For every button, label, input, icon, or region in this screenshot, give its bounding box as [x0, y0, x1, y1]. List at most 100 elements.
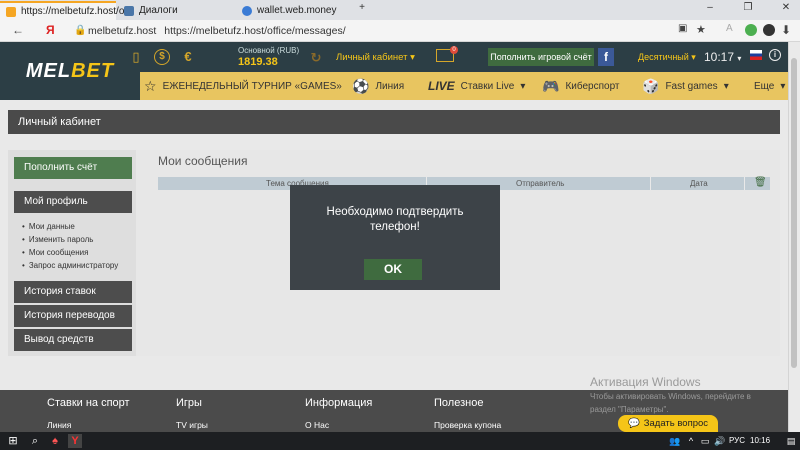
nav-live[interactable]: LIVE Ставки Live ▾ — [428, 72, 525, 100]
sidebar-item-admin-request[interactable]: Запрос администратору — [22, 261, 118, 270]
bets-history-button[interactable]: История ставок — [14, 281, 132, 303]
messages-title: Мои сообщения — [158, 154, 248, 168]
ok-button[interactable]: OK — [364, 259, 422, 280]
tab-dialogs[interactable]: Диалоги — [118, 1, 234, 20]
footer-head-info: Информация — [305, 397, 373, 409]
yandex-browser-icon[interactable]: Y — [68, 434, 82, 448]
reader-icon[interactable]: ▣ — [678, 23, 687, 34]
live-icon: LIVE — [428, 79, 455, 93]
russian-flag-icon[interactable] — [750, 50, 762, 60]
dollar-icon[interactable]: $ — [154, 49, 170, 65]
people-icon[interactable]: 👥 — [668, 434, 682, 448]
tray-chevron-icon[interactable]: ^ — [684, 434, 698, 448]
watermark-line-2: Чтобы активировать Windows, перейдите в — [590, 392, 751, 401]
network-icon[interactable]: ▭ — [698, 434, 712, 448]
withdraw-button[interactable]: Вывод средств — [14, 329, 132, 351]
notifications-icon[interactable]: ▤ — [784, 434, 798, 448]
my-profile-button[interactable]: Мой профиль — [14, 191, 132, 213]
topup-game-account-button[interactable]: Пополнить игровой счёт — [488, 48, 594, 66]
topup-account-button[interactable]: Пополнить счёт — [14, 157, 132, 179]
scrollbar-thumb[interactable] — [791, 58, 797, 368]
footer-link-about[interactable]: О Нас — [305, 420, 329, 430]
col-date[interactable]: Дата — [690, 179, 708, 188]
euro-icon[interactable]: € — [180, 49, 196, 65]
trash-icon[interactable]: 🗑 — [754, 177, 767, 188]
tab-title: wallet.web.money — [257, 5, 337, 16]
maximize-icon[interactable]: ❐ — [738, 2, 758, 13]
minimize-icon[interactable]: – — [700, 2, 720, 13]
footer-link-tv-games[interactable]: TV игры — [176, 420, 208, 430]
tab-title: https://melbetufz.host/of — [21, 6, 128, 17]
tray-clock[interactable]: 10:16 — [750, 436, 770, 445]
gamepad-icon: 🎮 — [542, 77, 560, 94]
tab-melbet[interactable]: https://melbetufz.host/of — [0, 1, 127, 20]
mail-badge: 0 — [450, 46, 458, 54]
volume-icon[interactable]: 🔊 — [713, 434, 727, 448]
close-window-icon[interactable]: ✕ — [776, 2, 796, 13]
lock-icon: 🔒 — [74, 25, 87, 36]
footer-head-games: Игры — [176, 397, 202, 409]
extension-dark-icon[interactable] — [763, 24, 775, 36]
windows-start-icon[interactable]: ⊞ — [6, 434, 20, 448]
page-title: Личный кабинет — [8, 110, 780, 134]
nav-live-label: Ставки Live — [460, 80, 515, 92]
nav-line[interactable]: ⚽ Линия — [352, 72, 404, 100]
alice-icon[interactable]: A — [726, 23, 733, 34]
odds-format-select[interactable]: Десятичный ▾ — [638, 52, 696, 63]
search-icon[interactable]: ⌕ — [28, 434, 42, 448]
vk-favicon-icon — [124, 5, 134, 16]
nav-tournament[interactable]: ☆ ЕЖЕНЕДЕЛЬНЫЙ ТУРНИР «GAMES» — [144, 72, 342, 100]
main-nav: ☆ ЕЖЕНЕДЕЛЬНЫЙ ТУРНИР «GAMES» ⚽ Линия LI… — [140, 72, 788, 100]
windows-activation-watermark: Активация Windows Чтобы активировать Win… — [590, 375, 751, 415]
transfers-history-button[interactable]: История переводов — [14, 305, 132, 327]
header-time: 10:17 — [704, 50, 735, 64]
game-app-icon[interactable]: ♠ — [48, 434, 62, 448]
nav-esports[interactable]: 🎮 Киберспорт — [542, 72, 620, 100]
balance-block: Основной (RUB) 1819.38 — [238, 46, 299, 68]
nav-more[interactable]: Еще ▾ — [754, 72, 785, 100]
webmoney-favicon-icon — [242, 5, 252, 16]
deposit-icon[interactable]: ▯ — [128, 49, 144, 65]
footer-link-check-coupon[interactable]: Проверка купона — [434, 420, 501, 430]
watermark-line-3: раздел "Параметры". — [590, 405, 669, 414]
personal-cabinet-label: Личный кабинет — [336, 52, 408, 63]
nav-fastgames-label: Fast games — [665, 80, 718, 92]
keyboard-language[interactable]: РУС — [729, 436, 745, 445]
header-clock: 10:17 ▾ — [704, 50, 742, 64]
balance-label: Основной (RUB) — [238, 46, 300, 55]
url-field[interactable]: melbetufz.host https://melbetufz.host/of… — [88, 23, 346, 39]
nav-fastgames[interactable]: 🎲 Fast games ▾ — [642, 72, 729, 100]
soccer-ball-icon: ⚽ — [352, 77, 370, 94]
footer-link-line[interactable]: Линия — [47, 420, 71, 430]
tab-webmoney[interactable]: wallet.web.money — [236, 1, 352, 20]
ask-question-label: Задать вопрос — [643, 418, 709, 429]
nav-line-label: Линия — [375, 80, 405, 92]
refresh-icon[interactable]: ↻ — [308, 50, 324, 66]
facebook-icon[interactable]: f — [598, 48, 614, 66]
logo-part-a: MEL — [25, 59, 72, 82]
phone-confirm-modal: Необходимо подтвердить телефон! OK — [290, 185, 500, 290]
sidebar-item-my-data[interactable]: Мои данные — [22, 222, 75, 231]
nav-more-label: Еще — [754, 80, 775, 92]
extension-green-icon[interactable] — [745, 24, 757, 36]
url-text: https://melbetufz.host/office/messages/ — [164, 25, 346, 37]
col-sender[interactable]: Отправитель — [516, 179, 564, 188]
back-arrow-icon[interactable]: ← — [12, 23, 24, 37]
odds-format-label: Десятичный — [638, 52, 689, 62]
bookmark-star-icon[interactable]: ★ — [696, 23, 706, 36]
modal-line-2: телефон! — [370, 221, 420, 233]
sidebar-item-my-messages[interactable]: Мои сообщения — [22, 248, 89, 257]
yandex-icon[interactable]: Я — [46, 23, 55, 37]
balance-value: 1819.38 — [238, 56, 278, 68]
personal-cabinet-link[interactable]: Личный кабинет ▾ — [336, 52, 415, 63]
sidebar-item-change-password[interactable]: Изменить пароль — [22, 235, 94, 244]
ask-question-button[interactable]: 💬 Задать вопрос — [618, 415, 718, 432]
modal-line-1: Необходимо подтвердить — [326, 206, 464, 218]
info-icon[interactable]: i — [769, 49, 781, 61]
melbet-logo[interactable]: MELBET — [0, 42, 140, 100]
address-bar: ← Я 🔒 melbetufz.host https://melbetufz.h… — [0, 20, 800, 42]
nav-esports-label: Киберспорт — [565, 80, 620, 92]
new-tab-button[interactable]: + — [352, 2, 372, 13]
star-icon: ☆ — [144, 77, 157, 94]
download-icon[interactable]: ⬇ — [781, 23, 791, 37]
